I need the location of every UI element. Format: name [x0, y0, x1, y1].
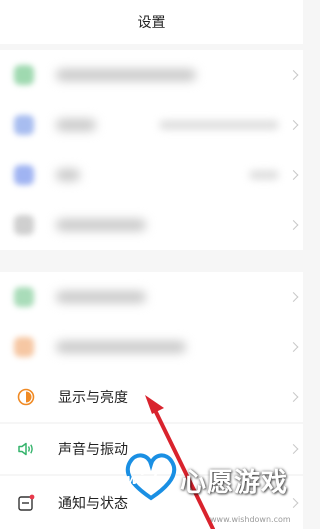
watermark-url: www.wishdown.com: [210, 515, 291, 524]
watermark-title: 心愿游戏: [180, 468, 289, 498]
watermark-logo-text: wish: [126, 472, 163, 488]
watermark: wish 心愿游戏 www.wishdown.com: [118, 440, 303, 529]
